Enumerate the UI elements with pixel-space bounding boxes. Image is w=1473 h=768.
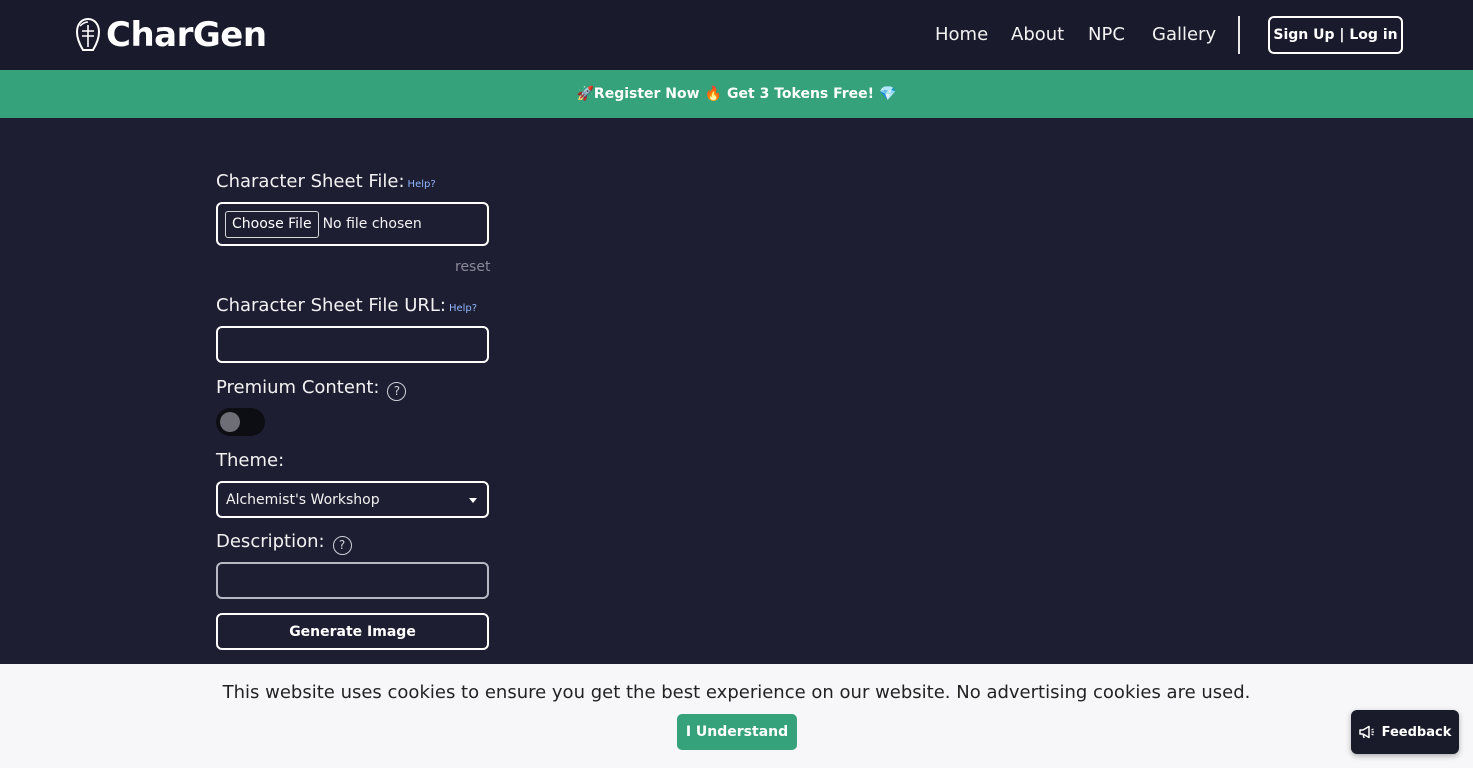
feedback-button[interactable]: Feedback	[1351, 710, 1459, 754]
premium-label: Premium Content: ?	[216, 377, 407, 401]
megaphone-icon	[1358, 725, 1374, 739]
sheet-file-label: Character Sheet File: Help?	[216, 171, 436, 192]
brand-name: CharGen	[106, 15, 267, 55]
cookie-accept-button[interactable]: I Understand	[677, 714, 797, 750]
theme-selected-value: Alchemist's Workshop	[226, 491, 380, 508]
feedback-label: Feedback	[1381, 724, 1452, 740]
promo-register-text: 🚀Register Now	[576, 86, 700, 102]
cookie-banner: This website uses cookies to ensure you …	[0, 664, 1473, 768]
sheet-url-label-text: Character Sheet File URL:	[216, 295, 446, 316]
theme-label-text: Theme:	[216, 450, 285, 471]
toggle-knob	[220, 412, 240, 432]
cookie-message: This website uses cookies to ensure you …	[222, 682, 1251, 703]
knight-helmet-icon	[75, 17, 101, 51]
choose-file-button[interactable]: Choose File	[225, 210, 319, 238]
nav-npc-link[interactable]: NPC	[1088, 24, 1125, 45]
sheet-file-help-link[interactable]: Help?	[408, 179, 436, 190]
sheet-file-label-text: Character Sheet File:	[216, 171, 405, 192]
description-field-wrapper	[216, 562, 489, 599]
sheet-url-field-wrapper	[216, 326, 489, 363]
reset-link[interactable]: reset	[455, 259, 490, 275]
generate-image-button[interactable]: Generate Image	[216, 613, 489, 650]
sheet-url-help-link[interactable]: Help?	[449, 303, 477, 314]
brand-logo-link[interactable]: CharGen	[74, 14, 267, 56]
navbar: CharGen Home About NPC Gallery Sign Up |…	[0, 0, 1473, 70]
description-label: Description: ?	[216, 531, 352, 555]
sheet-url-label: Character Sheet File URL: Help?	[216, 295, 477, 316]
sheet-url-input[interactable]	[218, 328, 487, 361]
chevron-down-icon	[469, 498, 477, 503]
premium-help-icon[interactable]: ?	[387, 381, 407, 401]
premium-toggle[interactable]	[216, 408, 265, 436]
sheet-file-input[interactable]: Choose File No file chosen	[216, 202, 489, 246]
theme-select[interactable]: Alchemist's Workshop	[216, 481, 489, 518]
description-help-icon[interactable]: ?	[332, 535, 352, 555]
premium-label-text: Premium Content:	[216, 377, 380, 398]
signup-login-button[interactable]: Sign Up | Log in	[1268, 16, 1403, 54]
nav-home-link[interactable]: Home	[935, 24, 988, 45]
promo-tokens-text: Get 3 Tokens Free!	[727, 86, 875, 102]
description-input[interactable]	[218, 564, 487, 597]
nav-gallery-link[interactable]: Gallery	[1152, 24, 1216, 45]
fire-icon: 🔥	[704, 86, 723, 102]
nav-about-link[interactable]: About	[1011, 24, 1064, 45]
file-status-text: No file chosen	[322, 216, 422, 232]
promo-banner[interactable]: 🚀Register Now 🔥 Get 3 Tokens Free! 💎	[0, 70, 1473, 118]
description-label-text: Description:	[216, 531, 325, 552]
diamond-icon: 💎	[879, 86, 897, 102]
theme-label: Theme:	[216, 450, 284, 471]
nav-divider	[1238, 16, 1240, 54]
